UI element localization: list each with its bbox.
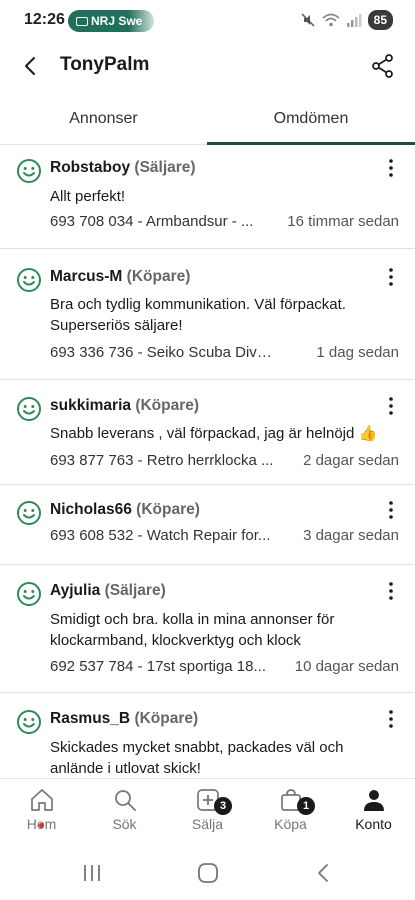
nav-kopa[interactable]: 1 Köpa: [249, 787, 332, 832]
review-meta: 692 537 784 - 17st sportiga 18... 10 dag…: [50, 658, 399, 675]
review-item-link[interactable]: 693 708 034 - Armbandsur - ...: [50, 213, 253, 230]
active-tab-indicator: [207, 142, 415, 145]
review-text: Allt perfekt!: [50, 188, 126, 205]
reviewer-name[interactable]: Marcus-M: [50, 268, 122, 285]
reviewer-role: (Köpare): [134, 710, 199, 727]
review-list[interactable]: Robstaboy (Säljare) Allt perfekt! 693 70…: [0, 146, 415, 778]
review-time: 16 timmar sedan: [287, 213, 399, 230]
wifi-icon: [322, 13, 340, 27]
notification-dot: [39, 823, 44, 828]
reviewer-role: (Köpare): [135, 397, 200, 414]
review-time: 1 dag sedan: [316, 344, 399, 361]
reviewer-name[interactable]: sukkimaria: [50, 397, 131, 414]
mute-icon: [301, 13, 315, 27]
status-time: 12:26: [24, 11, 65, 28]
review-item: sukkimaria (Köpare) Snabb leverans , väl…: [0, 380, 415, 485]
review-meta: 693 336 736 - Seiko Scuba Diver'... 1 da…: [50, 344, 399, 361]
smiley-icon: [17, 710, 41, 734]
review-item-link[interactable]: 692 537 784 - 17st sportiga 18...: [50, 658, 266, 675]
smiley-icon: [17, 397, 41, 421]
review-header: Nicholas66 (Köpare): [50, 501, 200, 519]
reviewer-role: (Säljare): [134, 159, 196, 176]
review-text: Snabb leverans , väl förpackad, jag är h…: [50, 425, 378, 442]
buy-badge: 1: [297, 797, 315, 815]
review-time: 3 dagar sedan: [303, 527, 399, 544]
more-options-icon[interactable]: [383, 396, 399, 416]
review-item: Nicholas66 (Köpare) 693 608 532 - Watch …: [0, 485, 415, 565]
reviewer-name[interactable]: Nicholas66: [50, 501, 132, 518]
home-icon: [30, 789, 53, 811]
more-options-icon[interactable]: [383, 500, 399, 520]
system-back-icon[interactable]: [312, 862, 336, 884]
sell-badge: 3: [214, 797, 232, 815]
review-header: Ayjulia (Säljare): [50, 582, 166, 600]
tab-omdomen[interactable]: Omdömen: [207, 96, 415, 145]
reviewer-name[interactable]: Robstaboy: [50, 159, 130, 176]
reviewer-role: (Köpare): [136, 501, 200, 518]
recent-apps-icon[interactable]: [80, 862, 104, 884]
nav-label: Sök: [112, 816, 137, 832]
review-header: Robstaboy (Säljare): [50, 159, 196, 177]
nav-label: Konto: [355, 816, 392, 832]
smiley-icon: [17, 268, 41, 292]
more-options-icon[interactable]: [383, 158, 399, 178]
review-header: sukkimaria (Köpare): [50, 397, 199, 415]
review-item-link[interactable]: 693 608 532 - Watch Repair for...: [50, 527, 270, 544]
review-meta: 693 877 763 - Retro herrklocka ... 2 dag…: [50, 452, 399, 469]
system-nav-bar: [0, 844, 415, 900]
review-text: Bra och tydlig kommunikation. Väl förpac…: [50, 296, 346, 334]
battery-level: 85: [367, 10, 393, 30]
search-icon: [114, 790, 136, 811]
more-options-icon[interactable]: [383, 267, 399, 287]
page-title: TonyPalm: [60, 54, 150, 75]
review-text: Skickades mycket snabbt, packades väl oc…: [50, 739, 344, 777]
signal-icon: [346, 14, 362, 27]
smiley-icon: [17, 501, 41, 525]
media-notification-pill[interactable]: NRJ Swe: [68, 10, 154, 32]
review-item-link[interactable]: 693 877 763 - Retro herrklocka ...: [50, 452, 273, 469]
review-meta: 693 708 034 - Armbandsur - ... 16 timmar…: [50, 213, 399, 230]
tab-bar: Annonser Omdömen: [0, 96, 415, 145]
smiley-icon: [17, 159, 41, 183]
review-item: Ayjulia (Säljare) Smidigt och bra. kolla…: [0, 565, 415, 693]
reviewer-name[interactable]: Rasmus_B: [50, 710, 130, 727]
app-header: TonyPalm: [0, 40, 415, 92]
bottom-nav: Hem Sök 3 Sälja 1 Köpa Konto: [0, 778, 415, 844]
nav-salja[interactable]: 3 Sälja: [166, 787, 249, 832]
review-header: Marcus-M (Köpare): [50, 268, 190, 286]
nav-konto[interactable]: Konto: [332, 787, 415, 832]
reviewer-name[interactable]: Ayjulia: [50, 582, 100, 599]
review-time: 2 dagar sedan: [303, 452, 399, 469]
status-icons: 85: [300, 10, 393, 30]
radio-icon: [76, 17, 88, 26]
review-item: Rasmus_B (Köpare) Skickades mycket snabb…: [0, 693, 415, 778]
review-time: 10 dagar sedan: [294, 658, 399, 675]
person-icon: [363, 790, 384, 811]
smiley-icon: [17, 582, 41, 606]
review-item-link[interactable]: 693 336 736 - Seiko Scuba Diver'...: [50, 344, 278, 361]
home-button-icon[interactable]: [196, 862, 220, 884]
more-options-icon[interactable]: [383, 709, 399, 729]
share-icon[interactable]: [369, 52, 397, 80]
reviewer-role: (Köpare): [126, 268, 191, 285]
review-item: Marcus-M (Köpare) Bra och tydlig kommuni…: [0, 249, 415, 380]
review-text: Smidigt och bra. kolla in mina annonser …: [50, 611, 335, 649]
nav-sok[interactable]: Sök: [83, 787, 166, 832]
nav-label: Köpa: [274, 816, 307, 832]
status-bar: 12:26 NRJ Swe 85: [0, 0, 415, 40]
tab-annonser[interactable]: Annonser: [0, 96, 207, 145]
review-header: Rasmus_B (Köpare): [50, 710, 198, 728]
more-options-icon[interactable]: [383, 581, 399, 601]
nav-hem[interactable]: Hem: [0, 787, 83, 832]
reviewer-role: (Säljare): [104, 582, 166, 599]
review-item: Robstaboy (Säljare) Allt perfekt! 693 70…: [0, 146, 415, 249]
media-notification-text: NRJ Swe: [91, 14, 143, 28]
review-meta: 693 608 532 - Watch Repair for... 3 daga…: [50, 527, 399, 544]
chevron-left-icon[interactable]: [18, 53, 44, 79]
nav-label: Sälja: [191, 816, 224, 832]
